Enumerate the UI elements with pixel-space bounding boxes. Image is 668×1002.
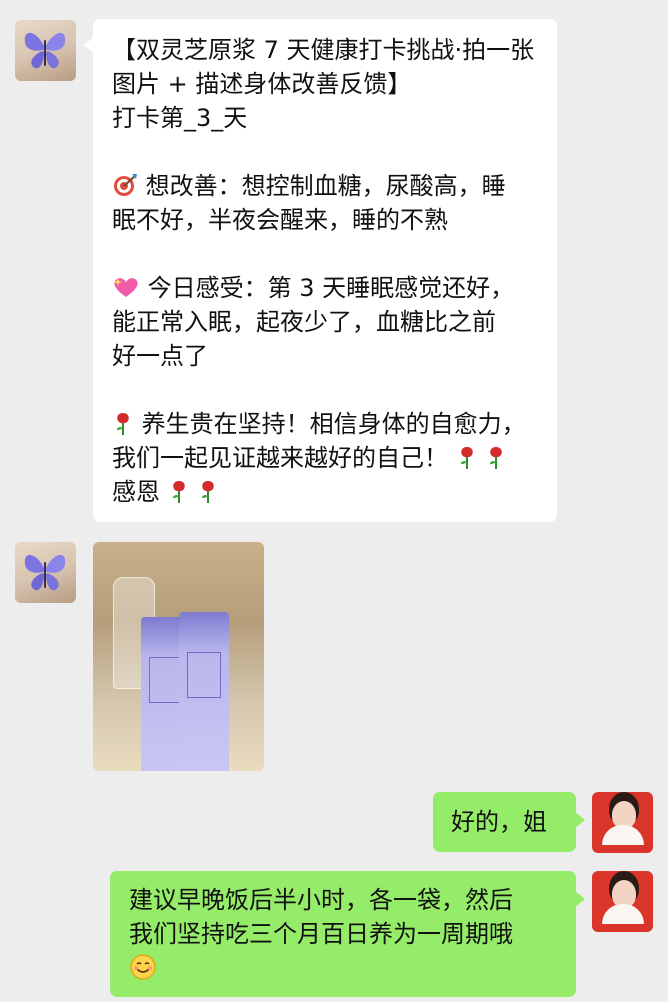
message-bubble-text[interactable]: 好的，姐 bbox=[433, 792, 585, 852]
sachet-shape bbox=[179, 612, 229, 771]
contact-avatar[interactable] bbox=[15, 542, 76, 603]
butterfly-icon bbox=[24, 32, 66, 69]
my-avatar[interactable] bbox=[592, 871, 653, 932]
rose-icon bbox=[197, 475, 219, 509]
message-line: 感恩 bbox=[112, 478, 160, 506]
my-avatar[interactable] bbox=[592, 792, 653, 853]
contact-avatar[interactable] bbox=[15, 20, 76, 81]
message-line: 【双灵芝原浆 7 天健康打卡挑战·拍一张 bbox=[112, 36, 535, 64]
message-line: 想改善：想控制血糖，尿酸高，睡 bbox=[145, 172, 506, 200]
rose-icon bbox=[112, 407, 134, 441]
target-icon bbox=[112, 169, 138, 203]
message-bubble-text[interactable]: 建议早晚饭后半小时，各一袋，然后 我们坚持吃三个月百日养为一周期哦 bbox=[110, 871, 585, 997]
message-line: 今日感受：第 3 天睡眠感觉还好， bbox=[147, 274, 515, 302]
message-bubble-text[interactable]: 【双灵芝原浆 7 天健康打卡挑战·拍一张 图片 + 描述身体改善反馈】 打卡第_… bbox=[84, 19, 557, 522]
message-line: 能正常入眠，起夜少了，血糖比之前 bbox=[112, 308, 496, 336]
message-line: 图片 + 描述身体改善反馈】 bbox=[112, 70, 412, 98]
rose-icon bbox=[456, 441, 478, 475]
message-line: 眠不好，半夜会醒来，睡的不熟 bbox=[112, 206, 448, 234]
message-line: 打卡第_3_天 bbox=[112, 104, 248, 132]
message-line: 我们一起见证越来越好的自己！ bbox=[112, 444, 448, 472]
smile-icon bbox=[129, 951, 157, 985]
message-image[interactable] bbox=[93, 542, 264, 771]
butterfly-icon bbox=[24, 554, 66, 591]
heart-icon bbox=[112, 271, 140, 305]
rose-icon bbox=[485, 441, 507, 475]
message-line: 好一点了 bbox=[112, 342, 208, 370]
message-line: 建议早晚饭后半小时，各一袋，然后 bbox=[129, 886, 513, 914]
message-line: 养生贵在坚持！相信身体的自愈力， bbox=[141, 410, 526, 438]
message-line: 我们坚持吃三个月百日养为一周期哦 bbox=[129, 920, 513, 948]
message-text: 好的，姐 bbox=[451, 808, 547, 836]
rose-icon bbox=[168, 475, 190, 509]
